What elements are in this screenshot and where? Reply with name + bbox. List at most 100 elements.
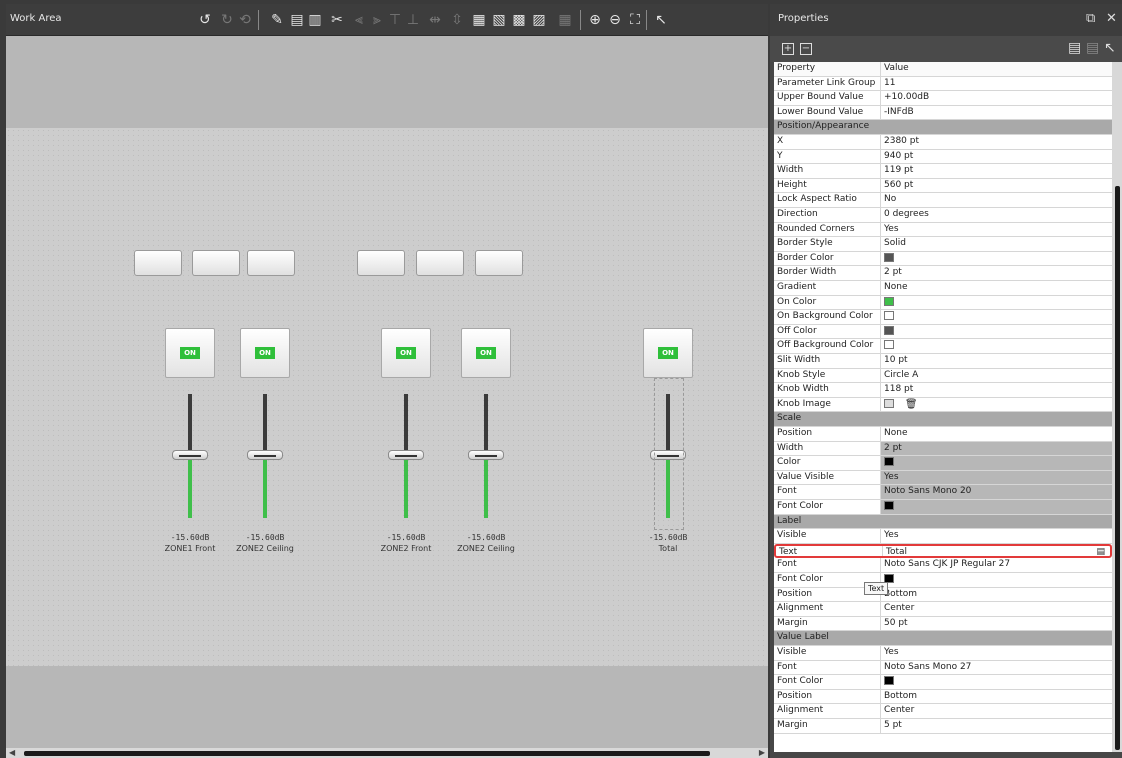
property-value[interactable]: No xyxy=(884,194,896,204)
property-row[interactable]: Width 2 pt xyxy=(774,441,1112,457)
on-button[interactable]: ON xyxy=(240,328,290,378)
color-swatch-box[interactable] xyxy=(884,252,894,262)
property-value[interactable]: 118 pt xyxy=(884,384,913,394)
fader-knob[interactable] xyxy=(172,450,208,460)
property-value[interactable]: Yes xyxy=(884,224,899,234)
property-category[interactable]: Label xyxy=(774,514,1112,530)
color-swatch-box[interactable] xyxy=(884,676,894,686)
edit-text-icon[interactable]: ▤ xyxy=(1096,547,1105,557)
property-row[interactable]: Knob Image 🗑 xyxy=(774,397,1112,413)
paste-icon[interactable]: ▥ xyxy=(306,11,324,29)
property-row[interactable]: Off Color xyxy=(774,324,1112,340)
property-row[interactable]: Position Bottom xyxy=(774,689,1112,705)
copy-icon[interactable]: ▤ xyxy=(288,11,306,29)
property-value[interactable]: Noto Sans Mono 20 xyxy=(884,486,971,496)
property-value[interactable]: Yes xyxy=(884,530,899,540)
color-swatch[interactable] xyxy=(884,457,894,468)
property-row[interactable]: Position Bottom xyxy=(774,587,1112,603)
property-category[interactable]: Value Label xyxy=(774,631,1112,646)
property-value[interactable]: 11 xyxy=(884,78,895,88)
color-swatch-box[interactable] xyxy=(884,340,894,350)
color-swatch-box[interactable] xyxy=(884,311,894,321)
canvas-page[interactable]: ON -15.60dB ZONE1 Front ON -15.60dB ZONE2 Cei… xyxy=(6,128,768,666)
horizontal-scroll-thumb[interactable] xyxy=(24,751,710,756)
pointer-icon[interactable]: ↖ xyxy=(652,11,670,29)
property-value[interactable]: 50 pt xyxy=(884,618,908,628)
delete-icon[interactable]: 🗑 xyxy=(905,399,918,410)
property-value[interactable]: Bottom xyxy=(884,589,917,599)
on-button[interactable]: ON xyxy=(461,328,511,378)
property-row[interactable]: On Color xyxy=(774,295,1112,311)
property-row[interactable]: Knob Width 118 pt xyxy=(774,383,1112,398)
property-row[interactable]: Border Color xyxy=(774,251,1112,267)
property-row[interactable]: Width 119 pt xyxy=(774,164,1112,179)
redo-icon[interactable]: ↻ xyxy=(218,11,236,29)
history-icon[interactable]: ⟲ xyxy=(236,11,254,29)
cut-icon[interactable]: ✂ xyxy=(328,11,346,29)
paste-properties-icon[interactable]: ▤ xyxy=(1086,40,1099,56)
property-value[interactable]: Noto Sans CJK JP Regular 27 xyxy=(884,559,1010,569)
selection-frame[interactable] xyxy=(654,378,684,530)
property-row[interactable]: Alignment Center xyxy=(774,602,1112,617)
property-value[interactable]: 2 pt xyxy=(884,267,902,277)
property-value[interactable]: Yes xyxy=(884,647,899,657)
canvas-button-5[interactable] xyxy=(416,250,464,276)
property-value[interactable]: None xyxy=(884,282,907,292)
color-swatch[interactable] xyxy=(884,296,894,308)
distribute-vertical-icon[interactable]: ⇳ xyxy=(448,11,466,29)
property-row[interactable]: Lock Aspect Ratio No xyxy=(774,193,1112,208)
image-placeholder-icon[interactable] xyxy=(884,398,894,408)
color-swatch[interactable] xyxy=(884,340,894,351)
canvas-button-2[interactable] xyxy=(192,250,240,276)
expand-all-icon[interactable]: + xyxy=(782,43,794,55)
property-row[interactable]: Upper Bound Value +10.00dB xyxy=(774,91,1112,106)
undock-icon[interactable]: ⧉ xyxy=(1086,11,1095,26)
property-row[interactable]: Margin 50 pt xyxy=(774,616,1112,632)
property-row[interactable]: X 2380 pt xyxy=(774,135,1112,150)
property-value[interactable]: 5 pt xyxy=(884,720,902,730)
fit-icon[interactable]: ⛶ xyxy=(626,11,644,29)
property-value[interactable]: Noto Sans Mono 27 xyxy=(884,662,971,672)
align-bottom-icon[interactable]: ⊥ xyxy=(404,11,422,29)
group-icon[interactable]: ▦ xyxy=(470,11,488,29)
back-icon[interactable]: ▨ xyxy=(530,11,548,29)
property-value[interactable]: Circle A xyxy=(884,370,918,380)
property-row[interactable]: Font Color xyxy=(774,675,1112,690)
fader-knob[interactable] xyxy=(468,450,504,460)
canvas-background[interactable]: ON -15.60dB ZONE1 Front ON -15.60dB ZONE2 Cei… xyxy=(6,36,768,748)
property-row[interactable]: Position None xyxy=(774,427,1112,442)
align-left-icon[interactable]: ⫷ xyxy=(350,11,368,29)
align-top-icon[interactable]: ⊤ xyxy=(386,11,404,29)
grid-icon[interactable]: ▦ xyxy=(556,11,574,29)
color-swatch-box[interactable] xyxy=(884,457,894,467)
property-value[interactable]: 0 degrees xyxy=(884,209,929,219)
undo-icon[interactable]: ↺ xyxy=(196,11,214,29)
property-row[interactable]: Visible Yes xyxy=(774,646,1112,661)
property-row[interactable]: Y 940 pt xyxy=(774,149,1112,165)
property-row[interactable]: Parameter Link Group 11 xyxy=(774,76,1112,92)
property-row[interactable]: Font Color xyxy=(774,573,1112,588)
property-row-selected[interactable]: Text Total ▤ xyxy=(774,543,1112,559)
property-row[interactable]: Knob Style Circle A xyxy=(774,368,1112,384)
property-row[interactable]: On Background Color xyxy=(774,310,1112,325)
canvas-button-3[interactable] xyxy=(247,250,295,276)
property-value[interactable]: Center xyxy=(884,603,914,613)
property-row[interactable]: Border Style Solid xyxy=(774,237,1112,252)
property-value[interactable]: Center xyxy=(884,705,914,715)
property-row[interactable]: Height 560 pt xyxy=(774,178,1112,194)
color-swatch[interactable] xyxy=(884,501,894,512)
property-value[interactable]: 10 pt xyxy=(884,355,908,365)
align-right-icon[interactable]: ⫸ xyxy=(368,11,386,29)
front-icon[interactable]: ▩ xyxy=(510,11,528,29)
property-row[interactable]: Gradient None xyxy=(774,281,1112,296)
scroll-left-icon[interactable]: ◀ xyxy=(9,748,15,757)
property-value[interactable]: Yes xyxy=(884,472,899,482)
horizontal-scrollbar[interactable]: ◀ ▶ xyxy=(6,748,768,758)
property-row[interactable]: Off Background Color xyxy=(774,339,1112,354)
color-swatch[interactable] xyxy=(884,325,894,337)
color-swatch[interactable] xyxy=(884,311,894,322)
canvas-button-6[interactable] xyxy=(475,250,523,276)
on-button[interactable]: ON xyxy=(643,328,693,378)
property-category[interactable]: Position/Appearance xyxy=(774,120,1112,135)
knob-image-value[interactable]: 🗑 xyxy=(884,398,918,410)
